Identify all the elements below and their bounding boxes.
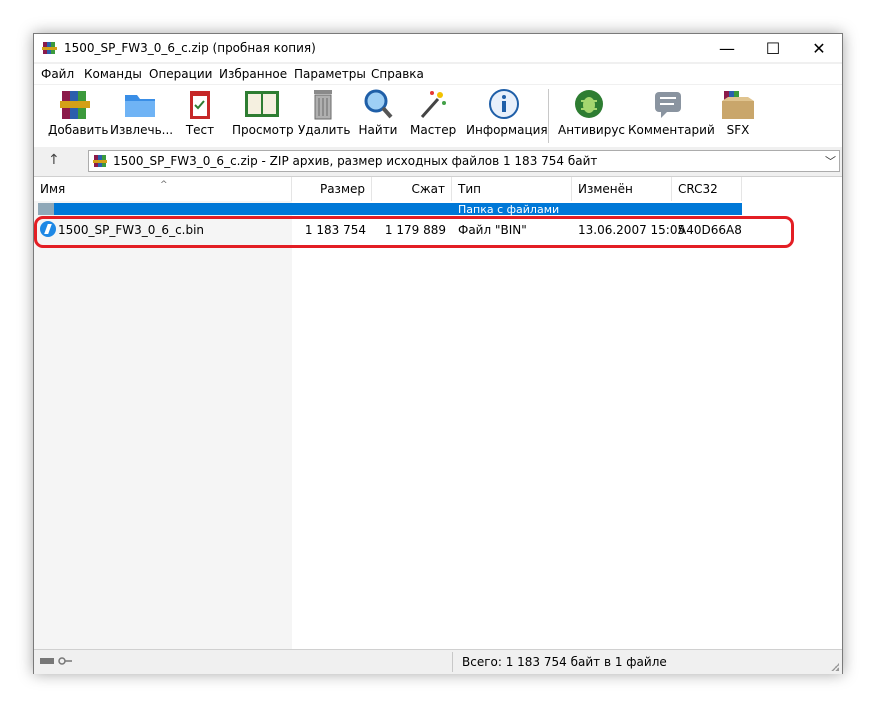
extract-folder-icon — [125, 95, 155, 117]
column-name[interactable]: Имя ^ — [34, 177, 292, 201]
column-type[interactable]: Тип — [452, 177, 572, 201]
minimize-button[interactable]: — — [704, 34, 750, 62]
column-type-label: Тип — [458, 182, 481, 196]
menu-file[interactable]: Файл — [41, 67, 74, 81]
comment-label: Комментарий — [628, 123, 715, 137]
archive-path-text: 1500_SP_FW3_0_6_c.zip - ZIP архив, разме… — [113, 154, 598, 168]
info-label: Информация — [466, 123, 548, 137]
toolbar-separator — [548, 89, 549, 143]
archive-icon — [93, 155, 107, 167]
close-icon: ✕ — [812, 38, 826, 58]
find-label: Найти — [358, 123, 398, 137]
column-packed-label: Сжат — [411, 182, 445, 196]
view-label: Просмотр — [232, 123, 294, 137]
maximize-icon: ☐ — [765, 38, 781, 58]
menu-help[interactable]: Справка — [371, 67, 424, 81]
column-name-label: Имя — [40, 182, 66, 196]
parent-folder-type: Папка с файлами — [458, 203, 560, 215]
test-label: Тест — [185, 123, 215, 137]
sort-up-icon: ^ — [160, 180, 168, 190]
view-button[interactable]: Просмотр — [232, 87, 294, 145]
title-bar: 1500_SP_FW3_0_6_c.zip (пробная копия) — … — [34, 34, 842, 62]
resize-grip-icon[interactable] — [829, 661, 839, 671]
up-arrow-icon[interactable]: ↑ — [48, 152, 60, 168]
menu-options[interactable]: Параметры — [294, 67, 366, 81]
trash-can-icon — [314, 90, 332, 120]
magnifier-icon — [364, 89, 393, 119]
sfx-box-icon — [722, 91, 754, 119]
column-modified-label: Изменён — [578, 182, 633, 196]
antivirus-button[interactable]: Антивирус — [558, 87, 626, 145]
menu-operations[interactable]: Операции — [149, 67, 212, 81]
winrar-window: 1500_SP_FW3_0_6_c.zip (пробная копия) — … — [33, 33, 843, 674]
column-headers: Имя ^ Размер Сжат Тип Изменён CRC32 — [34, 177, 842, 201]
minimize-icon: — — [719, 38, 735, 58]
wizard-label: Мастер — [410, 123, 457, 137]
status-divider — [452, 652, 453, 672]
folder-icon — [38, 203, 54, 215]
wizard-button[interactable]: Мастер — [410, 87, 457, 145]
column-crc-label: CRC32 — [678, 182, 718, 196]
wizard-wand-icon — [420, 91, 446, 118]
status-total: Всего: 1 183 754 байт в 1 файле — [462, 655, 667, 669]
add-label: Добавить — [48, 123, 109, 137]
delete-button[interactable]: Удалить — [298, 87, 351, 145]
test-clipboard-icon — [190, 91, 210, 119]
menu-commands[interactable]: Команды — [84, 67, 142, 81]
antivirus-label: Антивирус — [558, 123, 626, 137]
comment-button[interactable]: Комментарий — [628, 87, 715, 145]
add-button[interactable]: Добавить — [48, 87, 109, 145]
parent-folder-row[interactable]: Папка с файлами — [38, 203, 742, 215]
status-bar: Всего: 1 183 754 байт в 1 файле — [34, 649, 842, 674]
menu-bar: Файл Команды Операции Избранное Параметр… — [34, 64, 842, 84]
chevron-down-icon[interactable]: ﹀ — [825, 153, 836, 169]
column-size-label: Размер — [319, 182, 365, 196]
sfx-button[interactable]: SFX — [718, 87, 758, 145]
menu-favorites[interactable]: Избранное — [219, 67, 287, 81]
winrar-app-icon — [42, 42, 57, 54]
maximize-button[interactable]: ☐ — [750, 34, 796, 62]
archive-path-field[interactable]: 1500_SP_FW3_0_6_c.zip - ZIP архив, разме… — [88, 150, 840, 172]
info-icon — [489, 89, 519, 119]
view-book-icon — [245, 91, 279, 117]
add-books-icon — [60, 91, 90, 119]
column-size[interactable]: Размер — [292, 177, 372, 201]
sfx-label: SFX — [726, 123, 750, 137]
comment-icon — [655, 92, 681, 118]
antivirus-bug-icon — [575, 90, 603, 118]
column-modified[interactable]: Изменён — [572, 177, 672, 201]
extract-button[interactable]: Извлечь... — [110, 87, 174, 145]
test-button[interactable]: Тест — [180, 87, 220, 145]
delete-label: Удалить — [298, 123, 351, 137]
column-crc[interactable]: CRC32 — [672, 177, 742, 201]
info-button[interactable]: Информация — [466, 87, 548, 145]
toolbar: Добавить Извлечь... Тест Просмотр Удалит… — [34, 85, 842, 147]
column-packed[interactable]: Сжат — [372, 177, 452, 201]
extract-label: Извлечь... — [110, 123, 174, 137]
address-bar: ↑ 1500_SP_FW3_0_6_c.zip - ZIP архив, раз… — [34, 148, 842, 174]
close-button[interactable]: ✕ — [796, 34, 842, 62]
drive-key-icon — [40, 657, 72, 665]
window-title: 1500_SP_FW3_0_6_c.zip (пробная копия) — [64, 41, 316, 55]
highlight-box — [34, 216, 794, 248]
find-button[interactable]: Найти — [358, 87, 398, 145]
